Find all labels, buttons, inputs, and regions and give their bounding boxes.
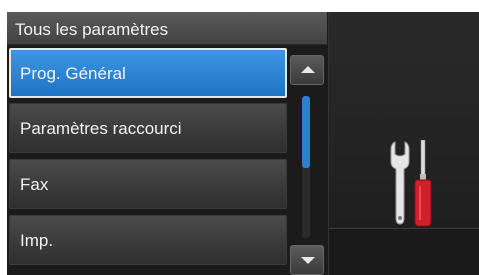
scrollbar[interactable] [287,48,327,275]
arrow-up-icon [301,66,315,73]
side-panel [328,12,479,275]
side-panel-bottom [328,228,479,275]
menu-item-prog-general[interactable]: Prog. Général [9,48,287,98]
tools-icon [390,140,432,227]
scroll-up-button[interactable] [290,55,324,85]
side-panel-top [328,12,479,227]
menu-item-fax[interactable]: Fax [9,159,287,209]
menu-item-imp[interactable]: Imp. [9,215,287,265]
lcd-screen: Tous les paramètres Prog. Général Paramè… [7,12,479,275]
menu-item-label: Imp. [20,231,54,250]
arrow-down-icon [301,257,315,264]
page-title: Tous les paramètres [15,20,169,39]
menu-item-label: Fax [20,175,49,194]
scroll-thumb[interactable] [302,96,310,168]
menu-item-parametres-raccourci[interactable]: Paramètres raccourci [9,103,287,153]
scroll-down-button[interactable] [290,245,324,275]
menu-item-label: Prog. Général [20,64,126,83]
menu-item-label: Paramètres raccourci [20,119,182,138]
header-bar: Tous les paramètres [7,12,327,45]
